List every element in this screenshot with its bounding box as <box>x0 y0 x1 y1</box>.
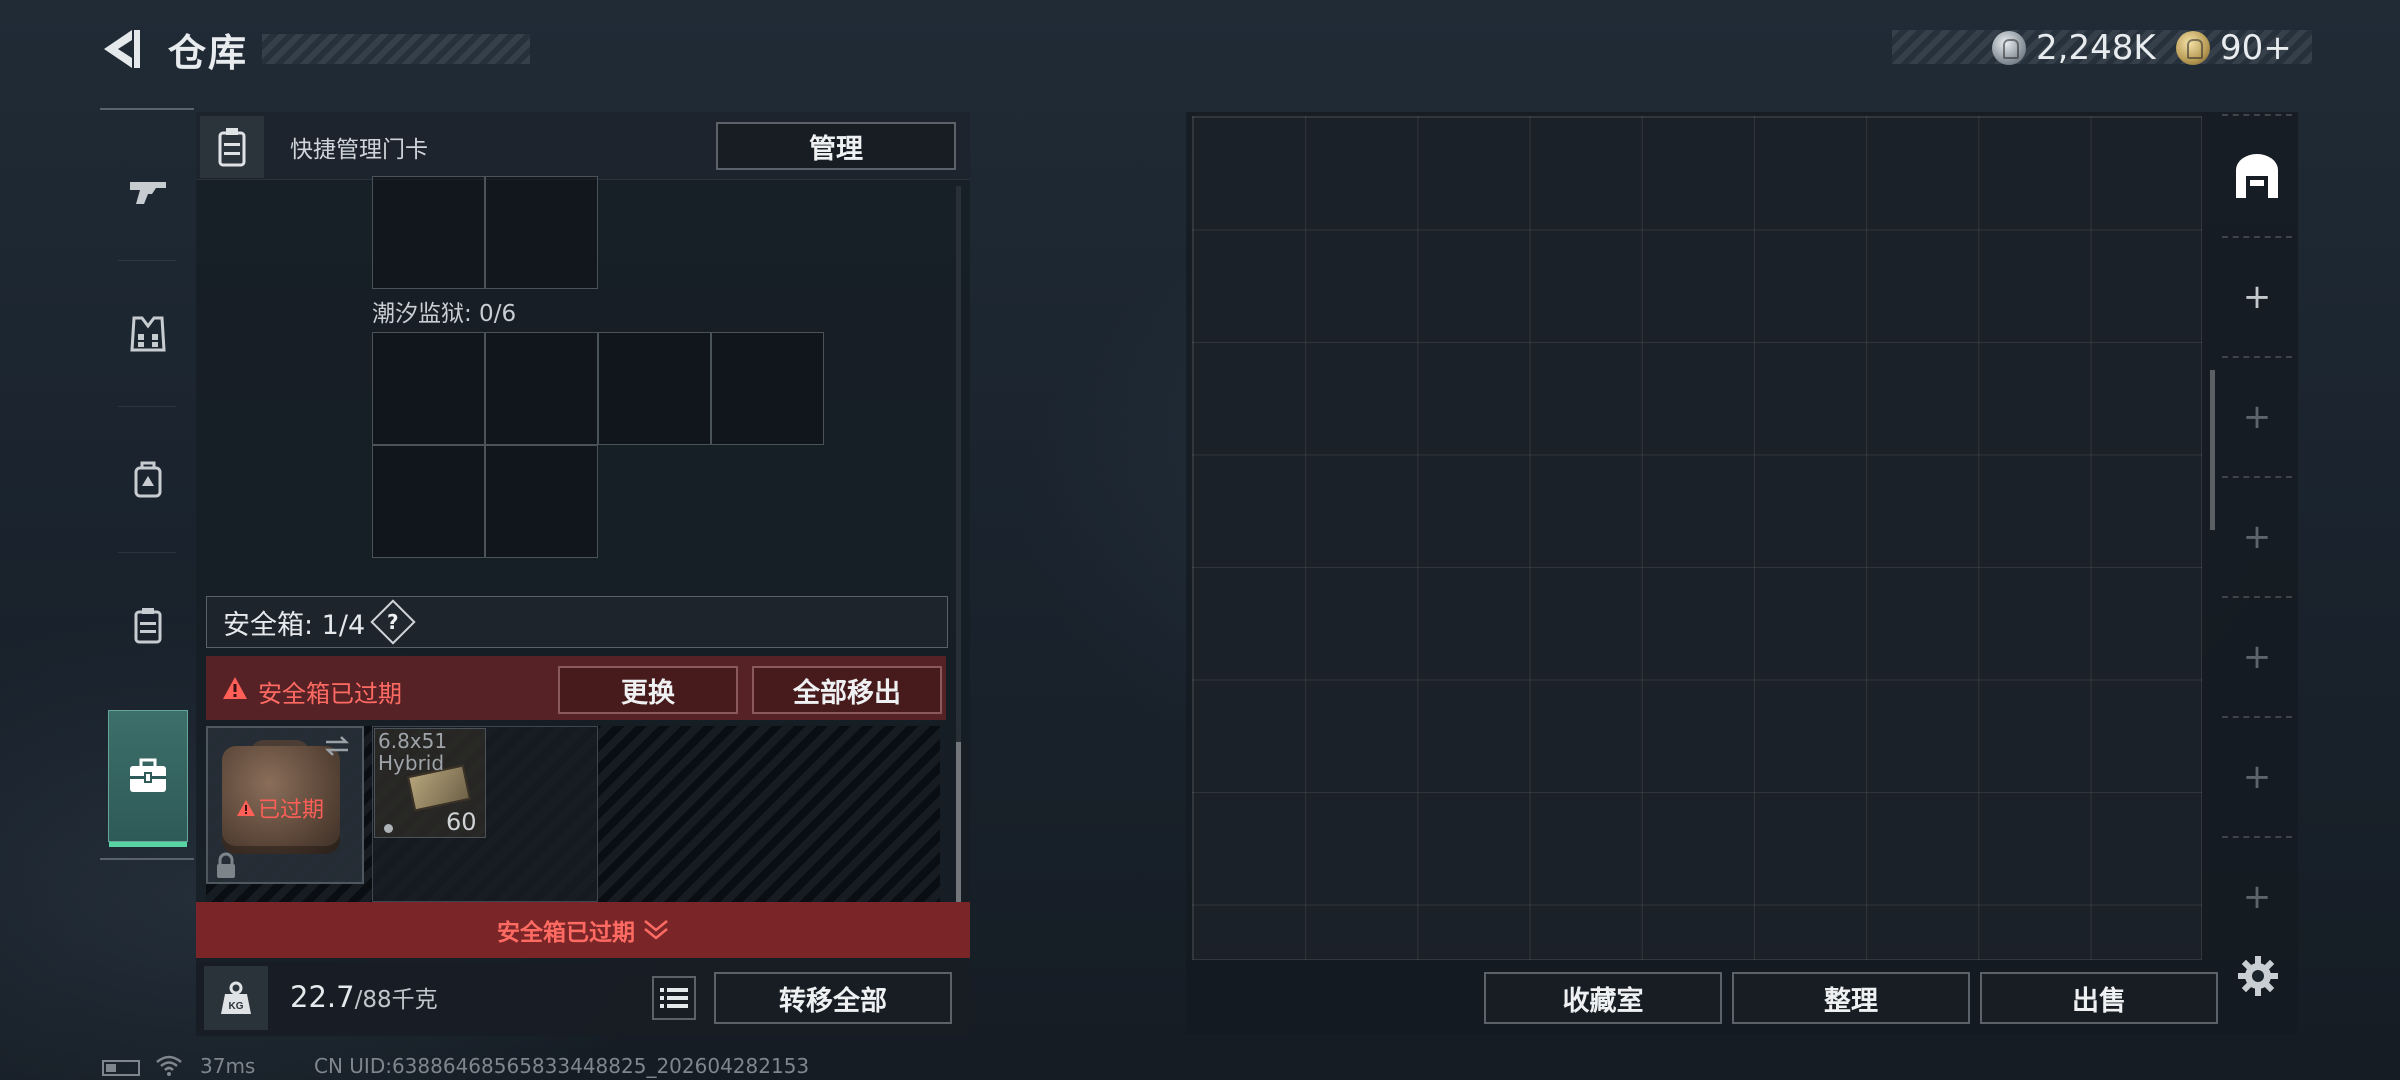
stash-scrollbar-thumb[interactable] <box>2210 370 2215 530</box>
player-uid: CN UID:638864685658334488​25_20260428215… <box>314 1054 810 1078</box>
weight-icon: KG <box>204 966 268 1030</box>
rail-item-keycard[interactable] <box>108 566 188 686</box>
sell-button[interactable]: 出售 <box>1980 972 2218 1024</box>
stash-tab-main[interactable] <box>2222 134 2292 218</box>
rail-item-safebox[interactable] <box>108 710 188 847</box>
gold-currency-value: 90+ <box>2220 28 2292 68</box>
backpack-icon <box>134 461 162 498</box>
warning-icon <box>223 677 247 699</box>
warning-icon <box>237 800 255 816</box>
svg-text:KG: KG <box>229 1001 244 1012</box>
gear-icon[interactable] <box>2236 954 2280 998</box>
panel-scrollbar-thumb[interactable] <box>956 742 961 902</box>
add-stash-tab-button[interactable]: + <box>2232 872 2282 922</box>
safebox-capacity-bar: 安全箱: 1/4 ? <box>206 596 948 648</box>
rail-top-line <box>100 108 194 110</box>
battery-icon <box>102 1060 140 1076</box>
back-arrow-icon[interactable] <box>98 26 144 72</box>
wifi-icon <box>156 1055 182 1076</box>
silver-currency-value: 2,248K <box>2036 28 2156 68</box>
tab-separator <box>2222 596 2292 598</box>
vest-icon <box>130 316 166 352</box>
tidal-prison-keycard-count: 潮汐监狱: 0/6 <box>372 301 517 327</box>
rail-item-weapons[interactable] <box>108 130 188 250</box>
replace-button[interactable]: 更换 <box>558 666 738 714</box>
chevron-down-icon <box>644 920 668 940</box>
tab-separator <box>2222 356 2292 358</box>
tab-separator <box>2222 114 2292 116</box>
ammo-name: 6.8x51 Hybrid <box>378 729 448 775</box>
title-stripe-decoration <box>262 34 530 64</box>
manage-button[interactable]: 管理 <box>716 122 956 170</box>
keycard-slot[interactable] <box>485 176 598 289</box>
keycard-case-icon <box>134 608 162 644</box>
add-stash-tab-button[interactable]: + <box>2232 752 2282 802</box>
gold-coin-icon <box>2176 31 2210 65</box>
tab-separator <box>2222 716 2292 718</box>
keycard-slot[interactable] <box>372 445 485 558</box>
stash-grid[interactable] <box>1192 116 2202 960</box>
carry-weight: 22.7/88千克 <box>290 980 438 1014</box>
add-stash-tab-button[interactable]: + <box>2232 392 2282 442</box>
rail-item-backpack[interactable] <box>108 420 188 540</box>
briefcase-icon <box>130 758 166 792</box>
page-title: 仓库 <box>168 31 249 75</box>
add-stash-tab-button[interactable]: + <box>2232 272 2282 322</box>
tab-separator <box>2222 836 2292 838</box>
keycard-slot[interactable] <box>372 332 485 445</box>
sort-button[interactable]: 整理 <box>1732 972 1970 1024</box>
transfer-all-button[interactable]: 转移全部 <box>714 972 952 1024</box>
gold-currency: 90+ <box>2176 26 2292 70</box>
keycard-slot[interactable] <box>711 332 824 445</box>
silver-currency: 2,248K <box>1992 26 2156 70</box>
pistol-icon <box>130 182 166 204</box>
add-stash-tab-button[interactable]: + <box>2232 632 2282 682</box>
tab-separator <box>2222 236 2292 238</box>
expired-tag: 已过期 <box>236 792 324 824</box>
quick-manage-keycard-label: 快捷管理门卡 <box>290 137 428 163</box>
rail-separator <box>118 552 176 553</box>
add-stash-tab-button[interactable]: + <box>2232 512 2282 562</box>
lock-icon <box>217 852 235 878</box>
list-icon <box>660 988 688 1008</box>
keycard-slot[interactable] <box>598 332 711 445</box>
safebox-expired-banner[interactable]: 安全箱已过期 <box>196 902 970 958</box>
ping-readout: 37ms <box>200 1054 256 1078</box>
ammo-rarity-dot <box>384 824 393 833</box>
tab-separator <box>2222 476 2292 478</box>
rail-item-armor[interactable] <box>108 274 188 394</box>
silver-coin-icon <box>1992 31 2026 65</box>
warehouse-icon <box>2236 154 2278 198</box>
rail-separator <box>118 260 176 261</box>
keycard-case-icon <box>200 116 264 178</box>
swap-icon[interactable] <box>322 734 352 758</box>
safebox-expired-label: 安全箱已过期 <box>258 680 402 708</box>
help-icon[interactable]: ? <box>370 599 416 645</box>
ammo-count: 60 <box>446 808 477 836</box>
list-view-button[interactable] <box>652 976 696 1020</box>
keycard-slot[interactable] <box>485 445 598 558</box>
safebox-capacity-label: 安全箱: 1/4 <box>223 609 366 641</box>
collection-room-button[interactable]: 收藏室 <box>1484 972 1722 1024</box>
keycard-slot[interactable] <box>372 176 485 289</box>
rail-bottom-line <box>100 858 194 860</box>
rail-separator <box>118 406 176 407</box>
keycard-slot[interactable] <box>485 332 598 445</box>
move-all-out-button[interactable]: 全部移出 <box>752 666 942 714</box>
